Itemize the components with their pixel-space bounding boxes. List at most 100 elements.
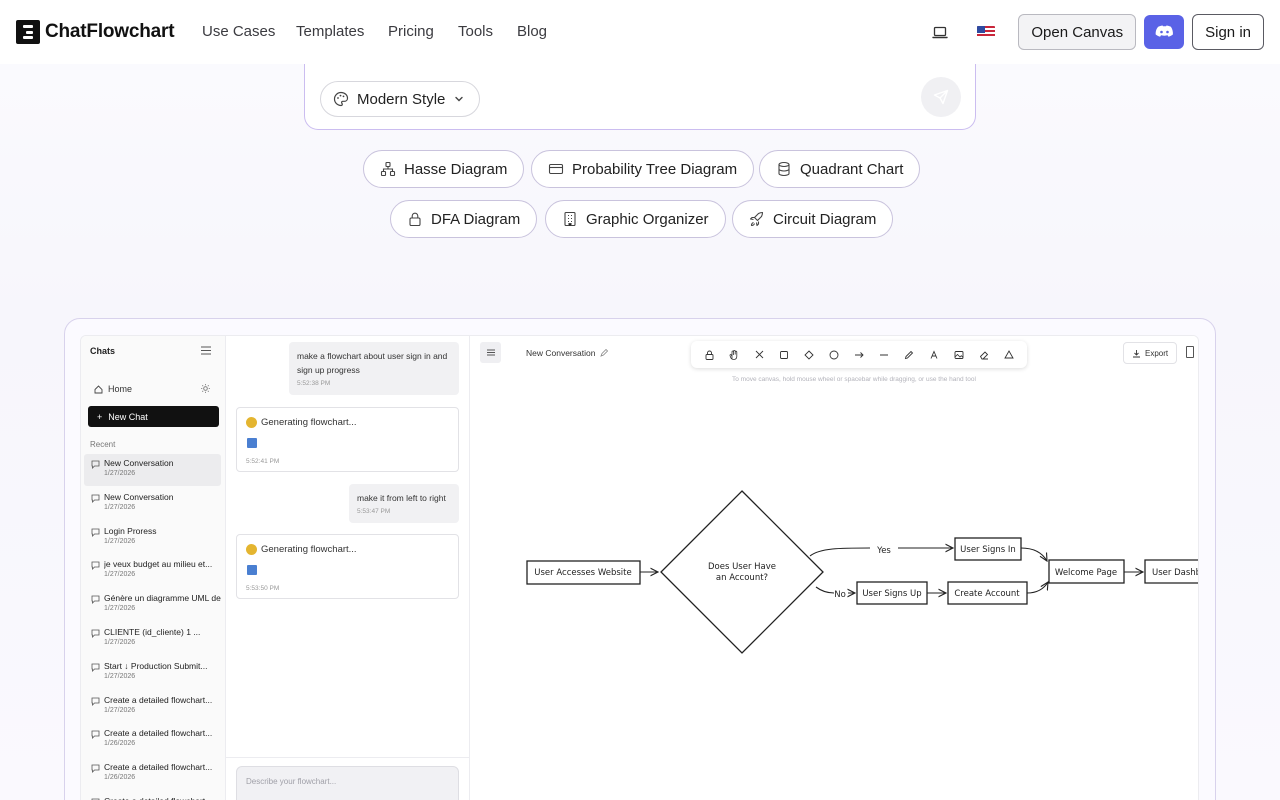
nav-link-templates[interactable]: Templates [296, 23, 364, 40]
assistant-message[interactable]: Generating flowchart... 5:52:41 PM [236, 407, 459, 472]
user-message: make a flowchart about user sign in and … [289, 342, 459, 395]
menu-icon[interactable] [201, 346, 211, 355]
chip-label: Quadrant Chart [800, 160, 904, 178]
sidebar-conversation-item[interactable]: Create a detailed flowchart... 1/27/2026 [84, 691, 221, 723]
chat-bubble-icon [91, 697, 100, 706]
node-label: User Accesses Website [534, 568, 631, 578]
conversation-title: Create a detailed flowchart... [104, 796, 222, 800]
nav-link-tools[interactable]: Tools [458, 23, 493, 40]
chats-sidebar: Chats Home + New Chat Recent New Convers… [81, 336, 226, 800]
database-icon [778, 161, 790, 177]
laptop-icon[interactable] [926, 18, 954, 46]
sun-icon[interactable] [201, 384, 210, 393]
conversation-date: 1/27/2026 [104, 571, 136, 579]
conversation-date: 1/27/2026 [104, 706, 136, 714]
edge-signin-to-welcome [1020, 547, 1047, 561]
generating-status: Generating flowchart... [246, 544, 357, 555]
message-text: Generating flowchart... [261, 417, 357, 428]
sidebar-home-label: Home [108, 384, 133, 394]
chip-quadrant-chart[interactable]: Quadrant Chart [759, 150, 921, 188]
sidebar-conversation-item[interactable]: je veux budget au milieu et... 1/27/2026 [84, 555, 221, 587]
new-chat-button[interactable]: + New Chat [88, 406, 219, 427]
message-text: Generating flowchart... [261, 544, 357, 555]
open-canvas-button[interactable]: Open Canvas [1018, 14, 1137, 50]
node-label: an Account? [716, 573, 768, 583]
message-time: 5:52:41 PM [246, 458, 280, 465]
chip-dfa-diagram[interactable]: DFA Diagram [390, 200, 538, 238]
chip-probability-tree-diagram[interactable]: Probability Tree Diagram [531, 150, 755, 188]
conversation-date: 1/27/2026 [104, 639, 136, 646]
chat-bubble-icon [91, 730, 100, 740]
flowchart-thumbnail-icon[interactable] [247, 438, 257, 448]
generating-status: Generating flowchart... [246, 417, 357, 428]
conversation-title: je veux budget au milieu et... [104, 559, 213, 570]
palette-icon [333, 91, 349, 107]
hierarchy-icon [380, 161, 396, 177]
flowchart-diagram: User Accesses Website Does User Have an … [526, 490, 1199, 654]
node-label: User Signs In [960, 545, 1016, 555]
divider [226, 757, 470, 758]
node-decision-has-account[interactable] [660, 490, 824, 654]
app-preview-screenshot: Chats Home + New Chat Recent New Convers… [80, 335, 1199, 800]
chat-panel: make a flowchart about user sign in and … [226, 336, 470, 800]
discord-icon[interactable] [1144, 15, 1185, 49]
sidebar-conversation-item[interactable]: Login Proress 1/27/2026 [84, 522, 221, 554]
lock-icon [409, 212, 421, 227]
style-select[interactable]: Modern Style [320, 81, 481, 117]
thinking-icon [246, 417, 257, 428]
recent-label: Recent [90, 440, 116, 449]
nav-link-pricing[interactable]: Pricing [388, 23, 434, 40]
conversation-title: Create a detailed flowchart... [104, 762, 213, 773]
new-chat-label: New Chat [108, 411, 148, 422]
conversation-title: New Conversation [104, 458, 174, 468]
sidebar-conversation-item[interactable]: Create a detailed flowchart... 1/26/2026 [84, 724, 221, 756]
sidebar-conversation-item[interactable]: New Conversation 1/27/2026 [84, 454, 221, 486]
chip-graphic-organizer[interactable]: Graphic Organizer [545, 200, 726, 238]
conversation-title: Login Proress [104, 525, 157, 536]
building-icon [564, 211, 576, 227]
us-flag-icon[interactable] [972, 18, 1000, 46]
sidebar-home[interactable]: Home [94, 384, 132, 394]
thinking-icon [246, 544, 257, 555]
chip-circuit-diagram[interactable]: Circuit Diagram [732, 200, 894, 238]
sidebar-conversation-item[interactable]: Génère un diagramme UML de 1/27/2026 [84, 589, 221, 621]
nav-link-use-cases[interactable]: Use Cases [202, 23, 275, 40]
conversation-date: 1/26/2026 [104, 774, 136, 782]
conversation-date: 1/27/2026 [104, 470, 136, 477]
sidebar-conversation-item[interactable]: New Conversation 1/27/2026 [84, 488, 221, 520]
conversation-title: Create a detailed flowchart... [104, 728, 213, 739]
node-label: User Dashb [1152, 568, 1199, 578]
home-icon [94, 384, 103, 393]
sidebar-conversation-item[interactable]: Start ↓ Production Submit... 1/27/2026 [84, 657, 221, 689]
send-icon [933, 89, 949, 105]
brand-name: ChatFlowchart [45, 21, 175, 42]
chat-bubble-icon [91, 561, 100, 571]
edge-label: No [834, 590, 846, 600]
style-select-label: Modern Style [357, 90, 446, 108]
chip-hasse-diagram[interactable]: Hasse Diagram [363, 150, 525, 188]
send-button[interactable] [921, 77, 961, 117]
sidebar-conversation-item[interactable]: Create a detailed flowchart... 1/26/2026 [84, 758, 221, 790]
flowchart-thumbnail-icon[interactable] [247, 565, 257, 575]
node-label: Welcome Page [1055, 568, 1117, 578]
diagram-canvas[interactable]: New Conversation To move canvas, hold mo… [470, 336, 1199, 800]
chip-label: DFA Diagram [431, 210, 521, 228]
edge-create-to-welcome [1026, 582, 1048, 594]
assistant-message[interactable]: Generating flowchart... 5:53:50 PM [236, 534, 459, 599]
conversation-date: 1/27/2026 [104, 672, 136, 680]
chip-label: Hasse Diagram [404, 160, 508, 178]
nav-link-blog[interactable]: Blog [517, 23, 547, 40]
chip-label: Graphic Organizer [586, 210, 709, 228]
sidebar-conversation-item[interactable]: CLIENTE (id_cliente) 1 ... 1/27/2026 [84, 623, 221, 655]
rocket-icon [749, 211, 764, 227]
sign-in-button[interactable]: Sign in [1192, 14, 1264, 50]
message-text: make it from left to right [357, 493, 446, 503]
chat-input[interactable]: Describe your flowchart... [236, 766, 459, 800]
chat-bubble-icon [91, 663, 100, 672]
chat-bubble-icon [91, 494, 100, 503]
sidebar-conversation-item[interactable]: Create a detailed flowchart... [84, 792, 221, 800]
message-text: make a flowchart about user sign in and … [297, 351, 448, 375]
logo-icon [16, 20, 40, 44]
brand-logo[interactable]: ChatFlowchart [16, 20, 175, 44]
plus-icon: + [97, 411, 103, 422]
